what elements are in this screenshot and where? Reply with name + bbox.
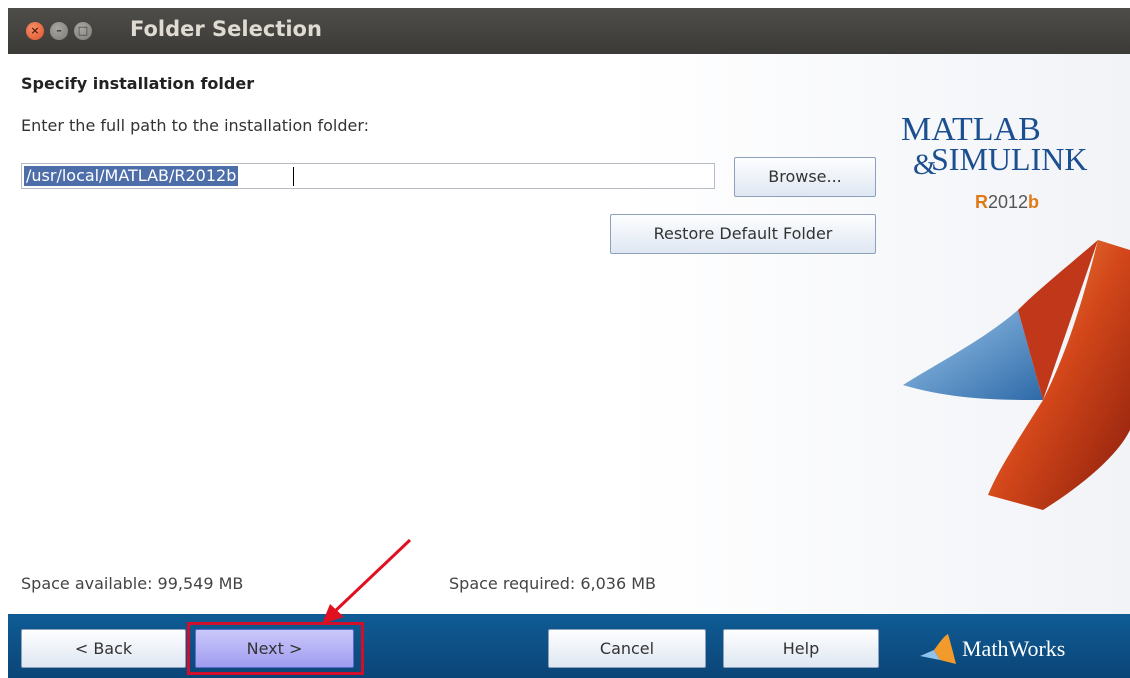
install-path-input[interactable]: /usr/local/MATLAB/R2012b — [21, 163, 715, 189]
matlab-membrane-icon — [903, 240, 1130, 510]
instruction-text: Enter the full path to the installation … — [21, 116, 370, 135]
title-bar: × – □ Folder Selection — [8, 8, 1130, 54]
close-icon[interactable]: × — [26, 22, 44, 40]
logo-simulink: SIMULINK — [931, 141, 1087, 177]
window-title: Folder Selection — [130, 17, 322, 41]
matlab-simulink-logo: MATLAB & SIMULINK R2012b — [901, 111, 1130, 510]
install-path-value: /usr/local/MATLAB/R2012b — [24, 166, 239, 186]
logo-release-r: R — [975, 192, 988, 212]
text-caret — [293, 167, 294, 186]
cancel-button[interactable]: Cancel — [548, 629, 706, 668]
space-required-text: Space required: 6,036 MB — [449, 574, 657, 593]
mathworks-brand-text: MathWorks — [962, 636, 1066, 661]
help-button[interactable]: Help — [723, 629, 879, 668]
logo-release: R2012b — [975, 192, 1039, 212]
mathworks-logo-icon — [920, 634, 956, 664]
back-button[interactable]: < Back — [21, 629, 186, 668]
maximize-icon[interactable]: □ — [74, 22, 92, 40]
next-button[interactable]: Next > — [195, 629, 354, 668]
browse-button[interactable]: Browse... — [734, 157, 876, 197]
minimize-icon[interactable]: – — [50, 22, 68, 40]
space-available-text: Space available: 99,549 MB — [21, 574, 244, 593]
section-heading: Specify installation folder — [21, 74, 255, 93]
logo-release-b: b — [1028, 192, 1039, 212]
restore-default-folder-button[interactable]: Restore Default Folder — [610, 214, 876, 254]
logo-release-year: 2012 — [988, 192, 1028, 212]
